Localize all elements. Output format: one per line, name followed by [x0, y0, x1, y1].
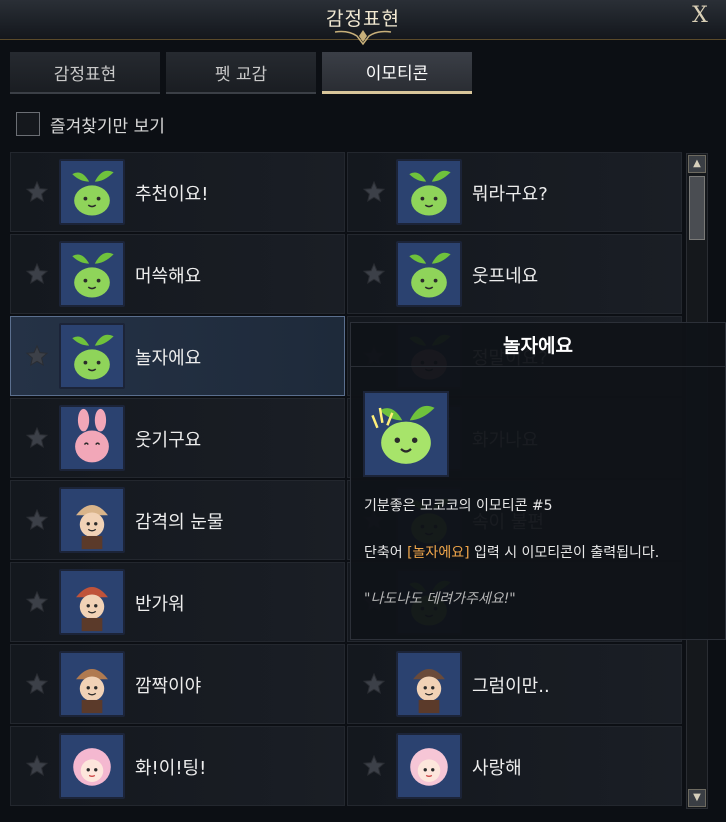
star-icon[interactable] [362, 180, 386, 204]
ornament-icon [334, 30, 392, 46]
emoticon-item[interactable]: 추천이요! [10, 152, 345, 232]
close-button[interactable]: X [688, 4, 712, 28]
sprout-character-icon [396, 241, 462, 307]
star-icon[interactable] [25, 508, 49, 532]
emoticon-name: 사랑해 [472, 758, 522, 779]
favorites-only-checkbox[interactable] [16, 112, 40, 136]
star-icon[interactable] [25, 426, 49, 450]
star-icon[interactable] [25, 180, 49, 204]
emoticon-name: 놀자에요 [135, 348, 202, 369]
star-icon[interactable] [25, 672, 49, 696]
emoticon-tooltip: 놀자에요 기분좋은 모코코의 이모티콘 #5 단축어 [놀자에요] 입력 시 이… [350, 322, 726, 640]
tab-pet-bond[interactable]: 펫 교감 [166, 52, 316, 94]
emoticon-item[interactable]: 웃프네요 [347, 234, 682, 314]
favorites-filter: 즐겨찾기만 보기 [16, 111, 165, 137]
tab-emoticons[interactable]: 이모티콘 [322, 52, 472, 94]
emoticon-name: 추천이요! [135, 184, 209, 205]
emoticon-name: 화!이!팅! [135, 758, 207, 779]
star-icon[interactable] [25, 262, 49, 286]
emoticon-item[interactable]: 놀자에요 [10, 316, 345, 396]
sprout-character-icon [365, 393, 447, 475]
star-icon[interactable] [362, 754, 386, 778]
person-character-icon [59, 487, 125, 553]
star-icon[interactable] [362, 262, 386, 286]
arrow-down-icon[interactable]: ▼ [688, 789, 706, 807]
emoticon-item[interactable]: 감격의 눈물 [10, 480, 345, 560]
emoticon-item[interactable]: 머쓱해요 [10, 234, 345, 314]
emoticon-name: 반가워 [135, 594, 185, 615]
tooltip-title: 놀자에요 [351, 323, 725, 367]
emoticon-item[interactable]: 화!이!팅! [10, 726, 345, 806]
sprout-character-icon [59, 323, 125, 389]
tooltip-description: 기분좋은 모코코의 이모티콘 #5 [364, 498, 553, 514]
star-icon[interactable] [25, 590, 49, 614]
emoticon-name: 머쓱해요 [135, 266, 202, 287]
sprout-character-icon [396, 159, 462, 225]
emoticon-name: 감격의 눈물 [135, 512, 224, 533]
emoticon-item[interactable]: 사랑해 [347, 726, 682, 806]
scrollbar-thumb[interactable] [689, 176, 705, 240]
star-icon[interactable] [362, 672, 386, 696]
person-character-icon [59, 569, 125, 635]
arrow-up-icon[interactable]: ▲ [688, 155, 706, 173]
girl-character-icon [396, 733, 462, 799]
sprout-character-icon [59, 241, 125, 307]
favorites-only-label: 즐겨찾기만 보기 [50, 116, 165, 137]
tooltip-command: 단축어 [놀자에요] 입력 시 이모티콘이 출력됩니다. [364, 545, 660, 561]
close-icon: X [692, 3, 708, 28]
emoticon-item[interactable]: 그럼이만.. [347, 644, 682, 724]
girl-character-icon [59, 733, 125, 799]
tab-emotes[interactable]: 감정표현 [10, 52, 160, 94]
bunny-character-icon [59, 405, 125, 471]
star-icon[interactable] [25, 344, 49, 368]
emoticon-name: 웃프네요 [472, 266, 539, 287]
emoticon-name: 깜짝이야 [135, 676, 202, 697]
person-character-icon [59, 651, 125, 717]
tooltip-command-keyword: [놀자에요] [407, 545, 470, 561]
star-icon[interactable] [25, 754, 49, 778]
emoticon-item[interactable]: 뭐라구요? [347, 152, 682, 232]
emoticon-item[interactable]: 반가워 [10, 562, 345, 642]
tab-bar: 감정표현 펫 교감 이모티콘 [10, 52, 472, 96]
emoticon-name: 뭐라구요? [472, 184, 548, 205]
window-titlebar: 감정표현 X [0, 0, 726, 46]
emoticon-item[interactable]: 깜짝이야 [10, 644, 345, 724]
emoticon-name: 그럼이만.. [472, 676, 550, 697]
tooltip-emoticon-image [363, 391, 449, 477]
person-character-icon [396, 651, 462, 717]
emoticon-item[interactable]: 웃기구요 [10, 398, 345, 478]
emoticon-name: 웃기구요 [135, 430, 202, 451]
sprout-character-icon [59, 159, 125, 225]
tooltip-quote: "나도나도 데려가주세요!" [364, 591, 516, 607]
